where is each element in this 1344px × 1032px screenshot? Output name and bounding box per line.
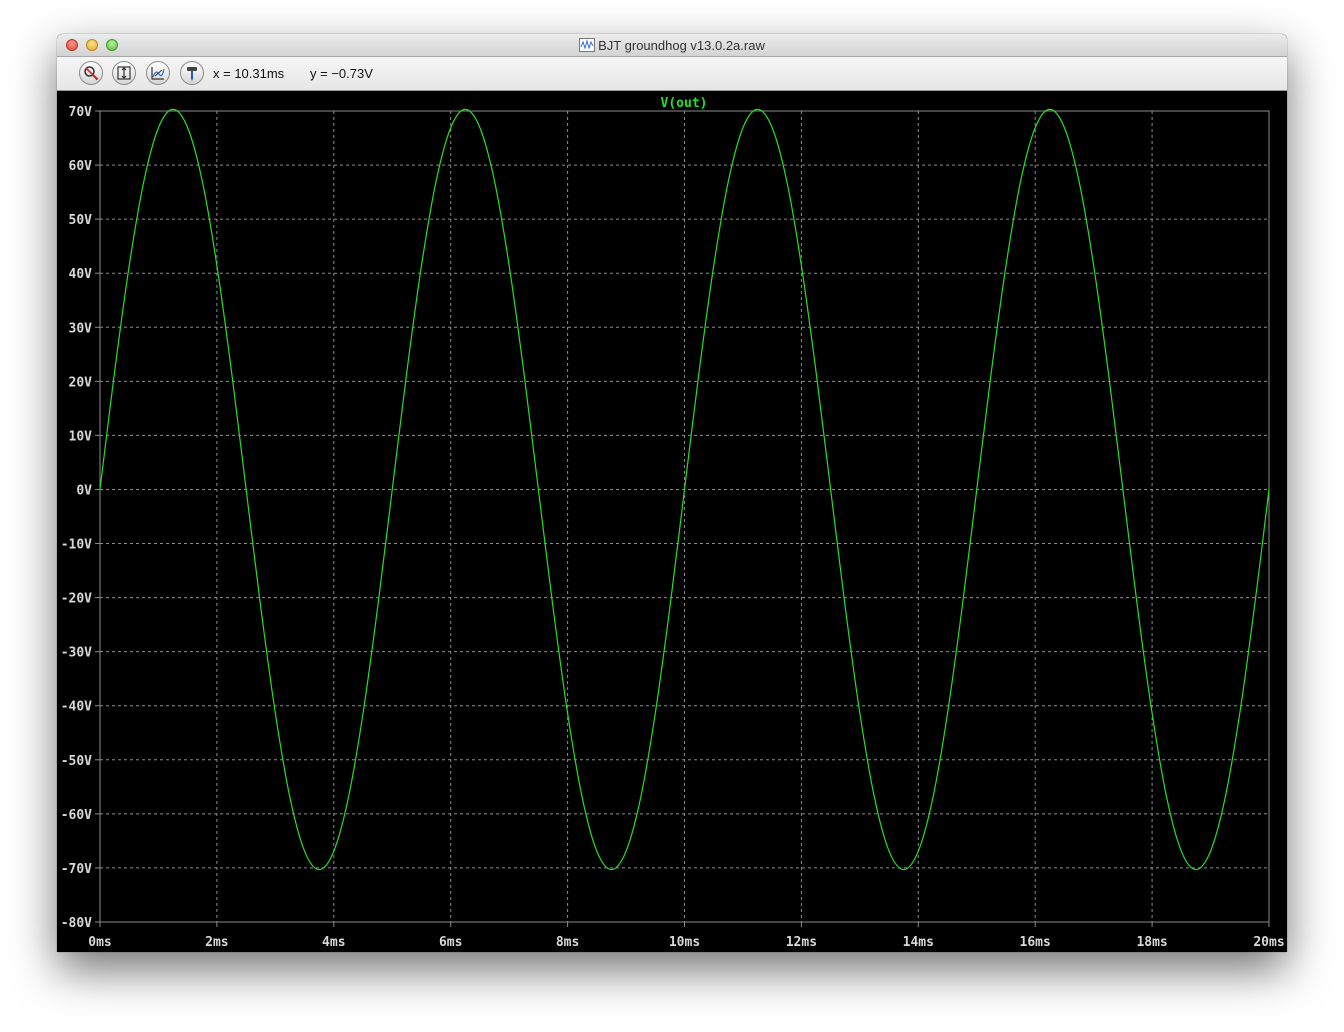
x-tick-label: 0ms (88, 935, 111, 950)
waveform-document-icon (579, 38, 596, 52)
x-tick-label: 12ms (786, 935, 817, 950)
y-tick-label: 20V (69, 375, 93, 390)
window-title: BJT groundhog v13.0.2a.raw (598, 38, 765, 53)
x-tick-label: 4ms (322, 935, 345, 950)
x-axis-ticks: 0ms 2ms 4ms 6ms 8ms 10ms 12ms 14ms 16ms 18ms 20ms (88, 935, 1284, 950)
cursor-y-readout: y = −0.73V (310, 66, 373, 81)
x-tick-label: 18ms (1136, 935, 1167, 950)
y-axis-ticks: 70V 60V 50V 40V 30V 20V 10V 0V -10V -20V -30V -40V -… (61, 105, 92, 931)
y-tick-label: 60V (69, 159, 93, 174)
grid (95, 110, 1270, 927)
plot-area[interactable]: 70V 60V 50V 40V 30V 20V 10V 0V -10V -20V -30V -40V -… (57, 91, 1287, 952)
zoom-fit-icon (117, 66, 131, 80)
probe-button[interactable] (180, 61, 204, 85)
y-tick-label: 0V (76, 483, 92, 498)
y-tick-label: 50V (69, 213, 93, 228)
title-bar[interactable]: BJT groundhog v13.0.2a.raw (57, 34, 1287, 57)
x-tick-label: 10ms (669, 935, 700, 950)
x-tick-label: 2ms (205, 935, 228, 950)
trace-label-vout[interactable]: V(out) (661, 96, 708, 111)
y-tick-label: 10V (69, 429, 93, 444)
autorange-icon (151, 67, 165, 80)
x-tick-label: 6ms (439, 935, 462, 950)
zoom-out-button[interactable] (79, 61, 103, 85)
x-tick-label: 16ms (1020, 935, 1051, 950)
zoom-fit-button[interactable] (112, 61, 136, 85)
y-tick-label: -80V (61, 916, 92, 931)
y-tick-label: -40V (61, 700, 92, 715)
y-tick-label: -60V (61, 808, 92, 823)
waveform-viewer-window: BJT groundhog v13.0.2a.raw x = 10.31ms y… (57, 34, 1287, 952)
y-tick-label: -10V (61, 538, 92, 553)
y-tick-label: -70V (61, 862, 92, 877)
y-tick-label: 40V (69, 267, 93, 282)
zoom-out-icon (84, 66, 99, 81)
cursor-x-readout: x = 10.31ms (213, 66, 285, 81)
autorange-button[interactable] (146, 61, 170, 85)
probe-icon (187, 67, 197, 81)
x-tick-label: 8ms (556, 935, 579, 950)
toolbar: x = 10.31ms y = −0.73V (57, 57, 1287, 91)
x-tick-label: 14ms (903, 935, 934, 950)
window-title-area: BJT groundhog v13.0.2a.raw (57, 34, 1287, 57)
y-tick-label: -20V (61, 592, 92, 607)
y-tick-label: -50V (61, 754, 92, 769)
y-tick-label: -30V (61, 646, 92, 661)
y-tick-label: 30V (69, 321, 93, 336)
y-tick-label: 70V (69, 105, 93, 120)
x-tick-label: 20ms (1253, 935, 1284, 950)
waveform-chart[interactable]: 70V 60V 50V 40V 30V 20V 10V 0V -10V -20V -30V -40V -… (57, 91, 1287, 952)
